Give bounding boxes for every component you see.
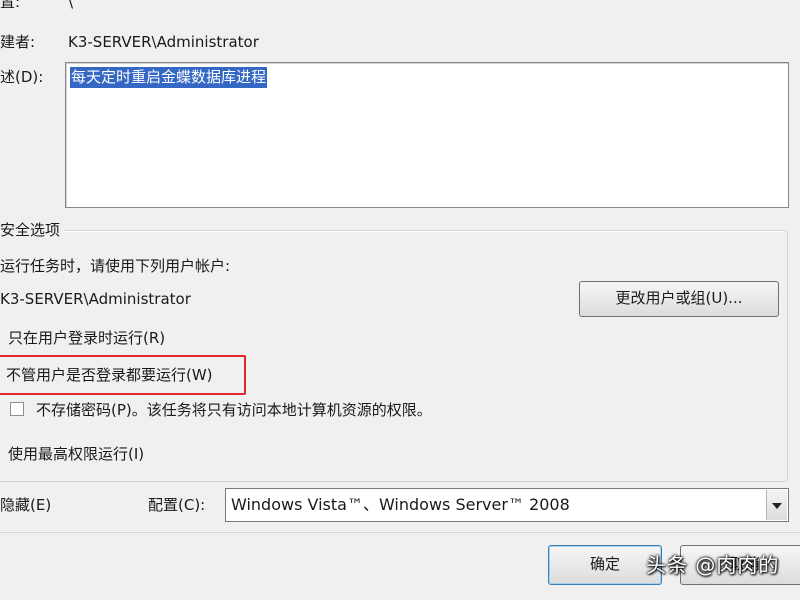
configure-for-selected-value: Windows Vista™、Windows Server™ 2008: [231, 495, 570, 514]
do-not-store-password-checkbox[interactable]: [10, 402, 24, 416]
ok-button[interactable]: 确定: [548, 545, 662, 585]
hidden-checkbox-label[interactable]: 隐藏(E): [0, 495, 51, 515]
run-as-prompt: 运行任务时，请使用下列用户帐户:: [0, 257, 231, 275]
radio-run-whether-logged-on[interactable]: 不管用户是否登录都要运行(W): [6, 365, 213, 385]
change-user-or-group-button[interactable]: 更改用户或组(U)...: [579, 281, 779, 317]
configure-for-select[interactable]: Windows Vista™、Windows Server™ 2008: [225, 488, 789, 522]
security-options-title: 安全选项: [0, 220, 65, 240]
run-as-user-account: K3-SERVER\Administrator: [0, 290, 191, 308]
location-label: 置:: [0, 0, 21, 11]
do-not-store-password-label[interactable]: 不存储密码(P)。该任务将只有访问本地计算机资源的权限。: [36, 400, 432, 420]
description-selected-text: 每天定时重启金蝶数据库进程: [70, 67, 268, 88]
description-label: 述(D):: [0, 68, 44, 86]
run-highest-privileges-label[interactable]: 使用最高权限运行(I): [8, 444, 144, 464]
watermark-text: 头条 @肉肉的: [646, 553, 780, 577]
footer-separator: [0, 532, 800, 533]
description-textarea[interactable]: 每天定时重启金蝶数据库进程: [65, 62, 789, 208]
author-label: 建者:: [0, 33, 36, 51]
radio-run-only-when-logged-on[interactable]: 只在用户登录时运行(R): [8, 328, 165, 348]
chevron-down-icon[interactable]: [766, 490, 787, 520]
author-value: K3-SERVER\Administrator: [68, 33, 259, 51]
configure-for-label: 配置(C):: [148, 496, 206, 514]
location-value: \: [68, 0, 74, 11]
